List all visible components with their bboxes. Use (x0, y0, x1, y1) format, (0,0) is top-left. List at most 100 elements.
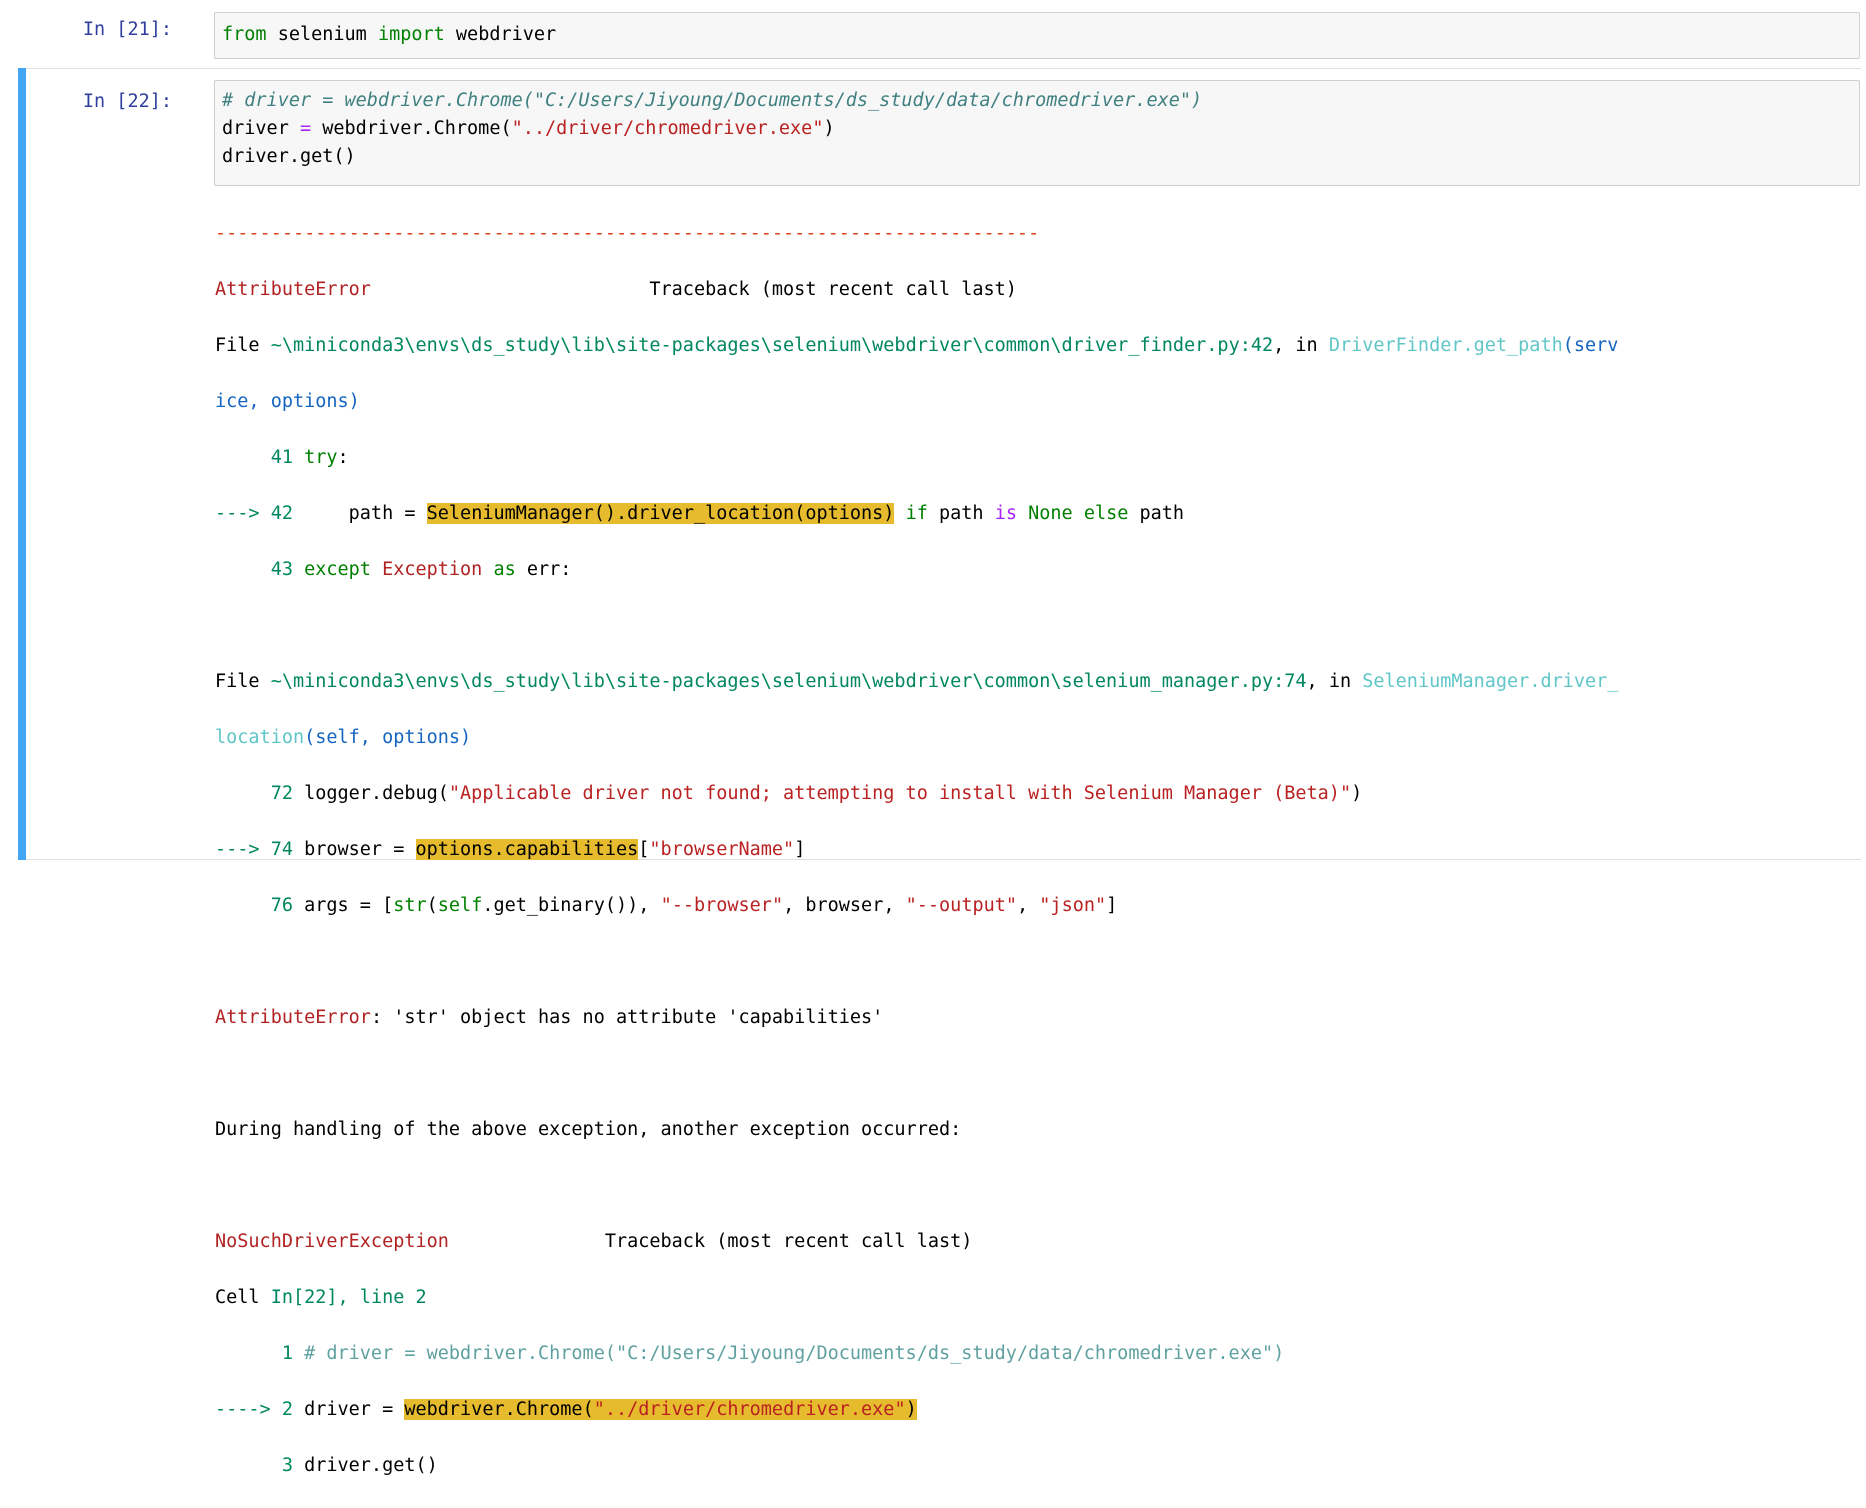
code-text: selenium (266, 24, 378, 45)
line-number: 3 (215, 1455, 305, 1476)
source-line-1: 1 # driver = webdriver.Chrome("C:/Users/… (215, 1340, 1618, 1368)
code-text: , (1017, 895, 1040, 916)
traceback-file-line: File ~\miniconda3\envs\ds_study\lib\site… (215, 668, 1618, 696)
cell-21-prompt: In [21]: (82, 19, 172, 40)
code-text: path = (304, 503, 427, 524)
keyword: if (905, 503, 928, 524)
builtin: str (393, 895, 427, 916)
string-literal: "json" (1039, 895, 1107, 916)
code-text: ] (794, 839, 806, 860)
source-line-76: 76 args = [str(self.get_binary()), "--br… (215, 892, 1618, 920)
source-line-3: 3 driver.get() (215, 1452, 1618, 1480)
source-line-41: 41 try: (215, 444, 1618, 472)
code-text: driver (222, 118, 300, 139)
keyword: is (994, 503, 1017, 524)
file-path[interactable]: ~\miniconda3\envs\ds_study\lib\site-pack… (271, 335, 1273, 356)
cell-22-input[interactable]: # driver = webdriver.Chrome("C:/Users/Ji… (214, 80, 1860, 186)
line-number: 43 (215, 559, 305, 580)
exception-name: NoSuchDriverException (215, 1231, 449, 1252)
source-line-43: 43 except Exception as err: (215, 556, 1618, 584)
code-line: driver = webdriver.Chrome("../driver/chr… (222, 115, 1859, 143)
cell-22-output: ----------------------------------------… (215, 192, 1618, 1508)
traceback-header: AttributeError Traceback (most recent ca… (215, 276, 1618, 304)
error-arrow: ----> 2 (215, 1399, 305, 1420)
traceback-file-line: File ~\miniconda3\envs\ds_study\lib\site… (215, 332, 1618, 360)
cell-prefix: Cell (215, 1287, 271, 1308)
line-number: 1 (215, 1343, 305, 1364)
traceback-separator: ----------------------------------------… (215, 223, 1040, 244)
error-message: : 'str' object has no attribute 'capabil… (370, 1007, 884, 1028)
code-text: webdriver (444, 24, 557, 45)
code-comment-line: # driver = webdriver.Chrome("C:/Users/Ji… (222, 90, 1203, 111)
code-text: : (337, 447, 349, 468)
source-line-74: ---> 74 browser = options.capabilities["… (215, 836, 1618, 864)
function-args: (self, options) (304, 727, 472, 748)
code-text: webdriver.Chrome( (404, 1399, 594, 1420)
cell-22-prompt: In [22]: (82, 91, 172, 112)
error-arrow: ---> 42 (215, 503, 305, 524)
code-text: ) (1351, 783, 1363, 804)
code-text: [ (638, 839, 650, 860)
keyword: else (1083, 503, 1129, 524)
code-text: path (927, 503, 995, 524)
code-text: , browser, (783, 895, 906, 916)
code-text: ( (426, 895, 438, 916)
exception-name: AttributeError (215, 1007, 371, 1028)
chained-exception-note: During handling of the above exception, … (215, 1119, 962, 1140)
exception-name: AttributeError (215, 279, 371, 300)
error-highlight: webdriver.Chrome("../driver/chromedriver… (404, 1399, 917, 1420)
code-text: browser = (304, 839, 416, 860)
traceback-header: NoSuchDriverException Traceback (most re… (215, 1228, 1618, 1256)
keyword: try (304, 447, 338, 468)
cell-21-input[interactable]: from selenium import webdriver (214, 12, 1860, 59)
error-message-line: AttributeError: 'str' object has no attr… (215, 1004, 1618, 1032)
file-prefix: File (215, 671, 271, 692)
traceback-label: Traceback (most recent call last) (370, 279, 1017, 300)
string-literal: "Applicable driver not found; attempting… (448, 783, 1352, 804)
file-path[interactable]: ~\miniconda3\envs\ds_study\lib\site-pack… (271, 671, 1307, 692)
code-text: driver.get() (304, 1455, 438, 1476)
cell-reference: In[22], line 2 (270, 1287, 427, 1308)
string-literal: "../driver/chromedriver.exe" (511, 118, 824, 139)
code-text: path (1128, 503, 1185, 524)
line-number: 72 (215, 783, 305, 804)
function-name: SeleniumManager.driver_ (1362, 671, 1619, 692)
keyword: self (437, 895, 483, 916)
code-text: ] (1106, 895, 1118, 916)
source-line-2: ----> 2 driver = webdriver.Chrome("../dr… (215, 1396, 1618, 1424)
code-text: ) (823, 118, 835, 139)
file-prefix: File (215, 335, 271, 356)
code-text: err: (515, 559, 572, 580)
string-literal: "../driver/chromedriver.exe" (593, 1399, 906, 1420)
traceback-label: Traceback (most recent call last) (448, 1231, 973, 1252)
keyword: except (304, 559, 371, 580)
source-line-42: ---> 42 path = SeleniumManager().driver_… (215, 500, 1618, 528)
code-text: logger.debug( (304, 783, 449, 804)
string-literal: "--browser" (660, 895, 784, 916)
keyword-from: from (222, 24, 267, 45)
error-highlight: SeleniumManager().driver_location(option… (426, 503, 895, 524)
file-in: , in (1306, 671, 1363, 692)
code-line: driver.get() (222, 146, 356, 167)
string-literal: "browserName" (649, 839, 795, 860)
source-line-72: 72 logger.debug("Applicable driver not f… (215, 780, 1618, 808)
function-name-wrap: location(self, options) (215, 724, 1618, 752)
line-number: 41 (215, 447, 305, 468)
error-arrow: ---> 74 (215, 839, 305, 860)
function-args-wrap: ice, options) (215, 391, 360, 412)
code-text: webdriver.Chrome( (311, 118, 512, 139)
cell-selection-bar (18, 68, 26, 860)
code-text: ) (905, 1399, 917, 1420)
operator: = (299, 118, 312, 139)
code-text: driver = (304, 1399, 405, 1420)
string-literal: "--output" (905, 895, 1018, 916)
file-in: , in (1273, 335, 1329, 356)
function-args: (serv (1562, 335, 1619, 356)
code-text: .get_binary()), (482, 895, 661, 916)
exception-class: Exception (382, 559, 483, 580)
keyword: None (1028, 503, 1073, 524)
